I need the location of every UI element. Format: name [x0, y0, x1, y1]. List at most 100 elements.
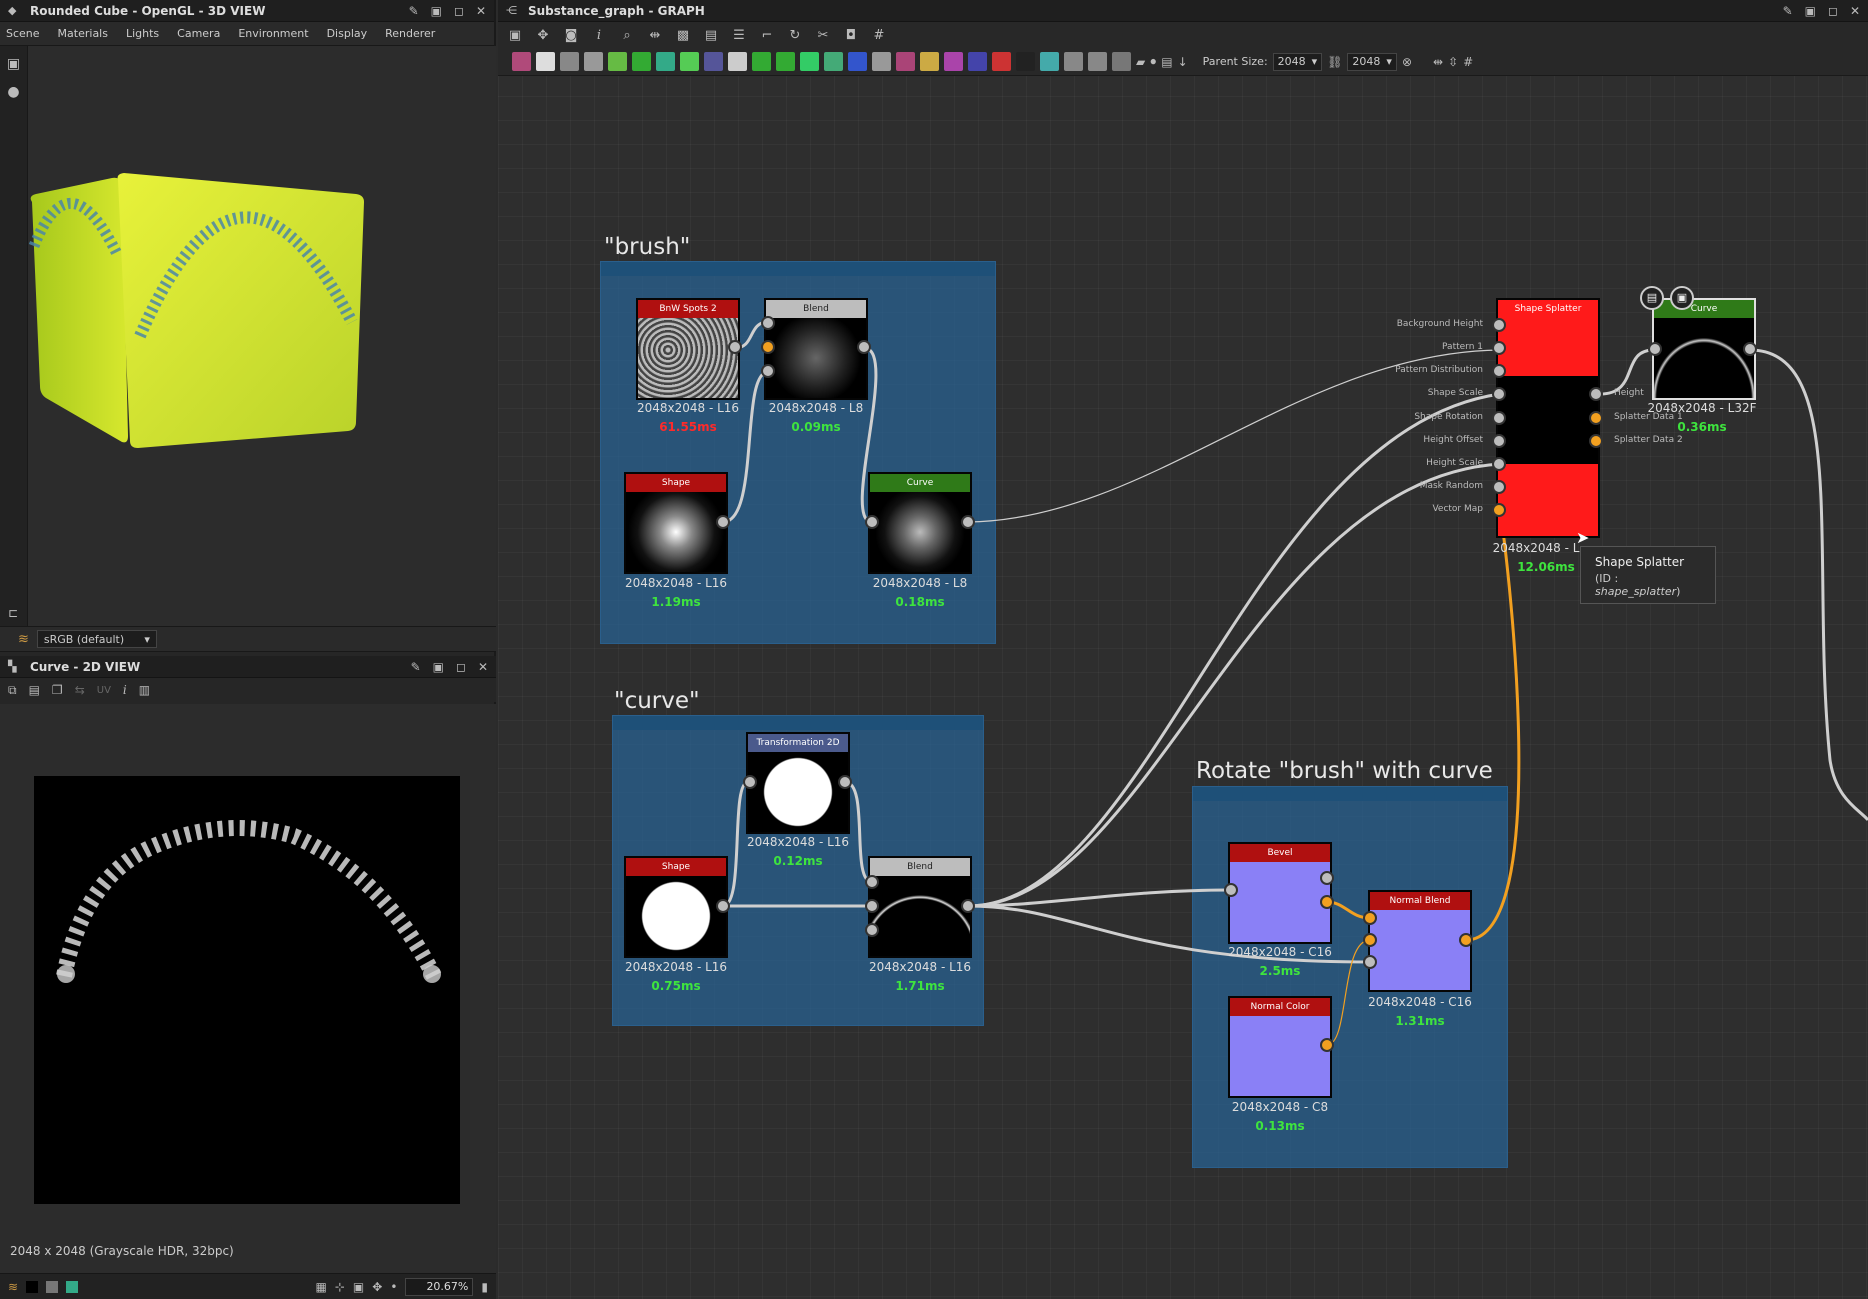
menu-display[interactable]: Display — [327, 27, 368, 40]
output-pin[interactable] — [1320, 1038, 1334, 1052]
maximize-icon[interactable]: ◻ — [1828, 4, 1838, 18]
output-pin[interactable] — [961, 899, 975, 913]
output-pin[interactable] — [961, 515, 975, 529]
export-icon[interactable]: ▤ — [1161, 55, 1172, 69]
output-pin[interactable] — [728, 340, 742, 354]
atomic-node-transform-icon[interactable] — [992, 52, 1011, 71]
splatter-input-pin[interactable] — [1492, 341, 1506, 355]
atomic-node-gradient-icon[interactable] — [608, 52, 627, 71]
node-output-icon[interactable]: ▣ — [1670, 286, 1694, 310]
input-pin[interactable] — [865, 515, 879, 529]
input-pin[interactable] — [743, 775, 757, 789]
node-bnw-spots[interactable]: BnW Spots 2 — [636, 298, 740, 400]
input-pin[interactable] — [1363, 933, 1377, 947]
input-pin[interactable] — [1224, 883, 1238, 897]
grid-snap-icon[interactable]: # — [870, 28, 888, 43]
snap-icon[interactable]: # — [1463, 55, 1473, 69]
atomic-node-directional-icon[interactable] — [680, 52, 699, 71]
lock-icon[interactable]: ▮ — [481, 1280, 488, 1294]
node-doc-icon[interactable]: ▤ — [1640, 286, 1664, 310]
node-shape-splatter[interactable]: Shape Splatter — [1496, 298, 1600, 538]
atomic-node-levels-icon[interactable] — [560, 52, 579, 71]
scene-tree-icon[interactable]: ⊏ — [8, 606, 18, 620]
float-icon[interactable]: ▣ — [431, 4, 442, 18]
output-pin[interactable] — [1320, 871, 1334, 885]
close-icon[interactable]: ✕ — [478, 660, 488, 674]
atomic-node-uniform-icon[interactable] — [536, 52, 555, 71]
output-pin[interactable] — [1743, 342, 1757, 356]
center-icon[interactable]: ✥ — [372, 1280, 382, 1294]
input-pin[interactable] — [1363, 955, 1377, 969]
viewport-2d[interactable] — [0, 704, 496, 1299]
link-size-icon[interactable]: ⛓ — [1327, 55, 1342, 69]
maximize-icon[interactable]: ◻ — [456, 660, 466, 674]
layout-icon[interactable]: ⇹ — [646, 28, 664, 43]
align-vertical-icon[interactable]: ⇳ — [1448, 55, 1458, 69]
splatter-output-pin[interactable] — [1589, 434, 1603, 448]
histogram-icon[interactable]: ▥ — [139, 683, 150, 697]
menu-renderer[interactable]: Renderer — [385, 27, 435, 40]
frame-all-icon[interactable]: ▣ — [506, 28, 524, 43]
channel-gray-icon[interactable] — [46, 1280, 59, 1293]
atomic-node-select-icon[interactable] — [968, 52, 987, 71]
zoom-field[interactable]: 20.67% — [405, 1277, 474, 1296]
menu-environment[interactable]: Environment — [238, 27, 308, 40]
node-normal-blend[interactable]: Normal Blend — [1368, 890, 1472, 992]
atomic-node-font-icon[interactable] — [944, 52, 963, 71]
atomic-node-input-icon[interactable] — [1064, 52, 1083, 71]
splatter-input-pin[interactable] — [1492, 318, 1506, 332]
splatter-input-pin[interactable] — [1492, 364, 1506, 378]
atomic-node-edge-icon[interactable] — [920, 52, 939, 71]
layers-icon[interactable]: ≋ — [18, 632, 29, 647]
node-curve-brush[interactable]: Curve — [868, 472, 972, 574]
link-icon[interactable]: ⌐ — [758, 28, 776, 43]
float-icon[interactable]: ▣ — [433, 660, 444, 674]
input-pin[interactable] — [761, 316, 775, 330]
atomic-node-bitmap-icon[interactable] — [512, 52, 531, 71]
reset-size-icon[interactable]: ⊗ — [1402, 55, 1412, 69]
float-icon[interactable]: ▣ — [1805, 4, 1816, 18]
menu-scene[interactable]: Scene — [6, 27, 40, 40]
output-pin[interactable] — [716, 515, 730, 529]
input-pin[interactable] — [865, 875, 879, 889]
colorspace-select[interactable]: sRGB (default) ▾ — [36, 630, 157, 648]
atomic-node-hsl-icon[interactable] — [848, 52, 867, 71]
atomic-node-shape-icon[interactable] — [704, 52, 723, 71]
distribute-icon[interactable]: ▤ — [702, 28, 720, 43]
input-pin[interactable] — [1648, 342, 1662, 356]
zoom-slider-icon[interactable]: • — [390, 1280, 397, 1294]
refresh-icon[interactable]: ↻ — [786, 28, 804, 43]
pin-icon[interactable]: ✎ — [1783, 4, 1793, 18]
input-pin[interactable] — [761, 364, 775, 378]
node-transformation-2d[interactable]: Transformation 2D — [746, 732, 850, 834]
fit-icon[interactable]: ▣ — [353, 1280, 364, 1294]
input-pin[interactable] — [865, 923, 879, 937]
atomic-node-text-icon[interactable] — [800, 52, 819, 71]
viewport-3d[interactable]: ▣ ● ⊏ — [0, 46, 496, 626]
splatter-output-pin[interactable] — [1589, 411, 1603, 425]
tools-icon[interactable]: ✂ — [814, 28, 832, 43]
pin-dot-icon[interactable]: ⦁ — [1150, 54, 1156, 69]
info-icon[interactable]: i — [590, 28, 608, 43]
parent-size-select[interactable]: 2048 ▾ — [1272, 52, 1323, 71]
close-icon[interactable]: ✕ — [476, 4, 486, 18]
channel-black-icon[interactable] — [26, 1280, 39, 1293]
atomic-node-svg-icon[interactable] — [824, 52, 843, 71]
atomic-node-warp-icon[interactable] — [656, 52, 675, 71]
input-pin[interactable] — [761, 340, 775, 354]
hierarchy-icon[interactable]: ☰ — [730, 28, 748, 43]
node-shape-brush[interactable]: Shape — [624, 472, 728, 574]
splatter-input-pin[interactable] — [1492, 411, 1506, 425]
node-blend-brush[interactable]: Blend — [764, 298, 868, 400]
uv-toggle[interactable]: UV — [97, 685, 111, 696]
maximize-icon[interactable]: ◻ — [454, 4, 464, 18]
output-pin[interactable] — [1459, 933, 1473, 947]
pin-icon[interactable]: ✎ — [409, 4, 419, 18]
atomic-node-emboss-icon[interactable] — [896, 52, 915, 71]
node-shape-curve[interactable]: Shape — [624, 856, 728, 958]
output-pin[interactable] — [1320, 895, 1334, 909]
pivot-icon[interactable]: ⊹ — [335, 1280, 345, 1294]
menu-camera[interactable]: Camera — [177, 27, 220, 40]
splatter-output-pin[interactable] — [1589, 387, 1603, 401]
copy-icon[interactable]: ❐ — [52, 683, 63, 697]
